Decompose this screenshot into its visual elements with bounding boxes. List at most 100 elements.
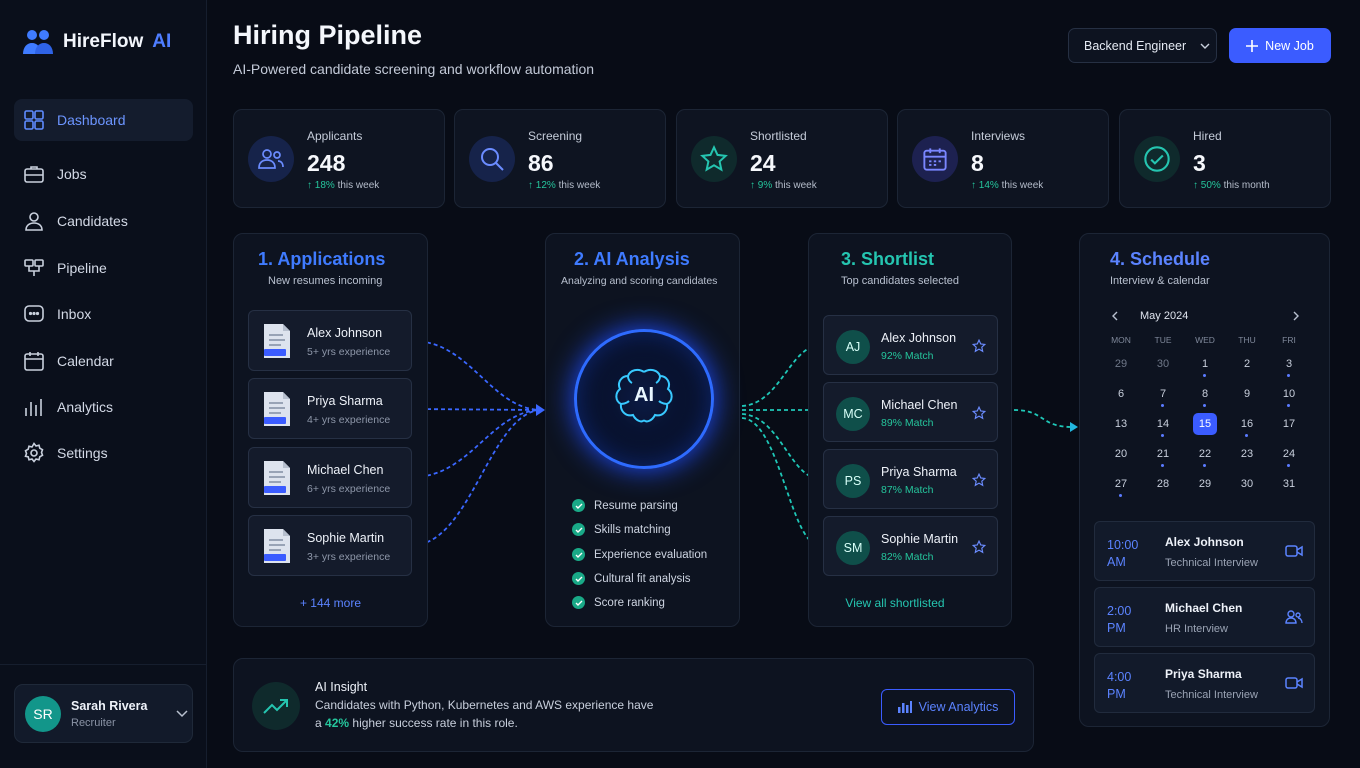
calendar-weekdays: MON TUE WED THU FRI — [1100, 335, 1310, 345]
nav-inbox[interactable]: Inbox — [14, 293, 193, 335]
calendar-day[interactable]: 29 — [1100, 358, 1142, 388]
star-icon[interactable] — [972, 473, 986, 487]
candidate-experience: 5+ yrs experience — [307, 346, 391, 358]
nav-jobs[interactable]: Jobs — [14, 153, 193, 195]
calendar-day[interactable]: 10 — [1268, 388, 1310, 418]
stat-hired: Hired 3 ↑ 50% this month — [1119, 109, 1331, 208]
calendar-day[interactable]: 13 — [1100, 418, 1142, 448]
stat-trend: ↑ 50% this month — [1193, 180, 1270, 191]
star-icon[interactable] — [972, 339, 986, 353]
calendar-day[interactable]: 3 — [1268, 358, 1310, 388]
nav-calendar[interactable]: Calendar — [14, 340, 193, 382]
chevron-down-icon[interactable] — [176, 709, 188, 718]
event-name: Michael Chen — [1165, 601, 1243, 615]
calendar-day[interactable]: 27 — [1100, 478, 1142, 508]
calendar-day[interactable]: 7 — [1142, 388, 1184, 418]
nav-pipeline[interactable]: Pipeline — [14, 247, 193, 289]
calendar-day[interactable]: 30 — [1226, 478, 1268, 508]
avatar: MC — [836, 397, 870, 431]
calendar-day[interactable]: 22 — [1184, 448, 1226, 478]
shortlist-item[interactable]: AJ Alex Johnson 92% Match — [823, 315, 998, 375]
nav-label: Inbox — [57, 306, 92, 322]
card-subtitle: Top candidates selected — [841, 275, 960, 287]
weekday: FRI — [1282, 335, 1296, 345]
event-name: Alex Johnson — [1165, 535, 1244, 549]
resume-icon — [264, 324, 290, 358]
stat-trend: ↑ 14% this week — [971, 180, 1044, 191]
calendar-day-selected[interactable]: 15 — [1184, 413, 1226, 448]
stat-trend: ↑ 9% this week — [750, 180, 817, 191]
video-icon[interactable] — [1285, 544, 1303, 558]
stat-screening: Screening 86 ↑ 12% this week — [454, 109, 666, 208]
calendar-day[interactable]: 14 — [1142, 418, 1184, 448]
stat-trend: ↑ 18% this week — [307, 180, 380, 191]
applications-card: 1. Applications New resumes incoming Ale… — [233, 233, 428, 627]
stat-value: 248 — [307, 150, 346, 176]
calendar-day[interactable]: 16 — [1226, 418, 1268, 448]
application-item[interactable]: Alex Johnson 5+ yrs experience — [248, 310, 412, 371]
avatar: SM — [836, 531, 870, 565]
nav-label: Jobs — [57, 166, 87, 182]
stat-value: 24 — [750, 150, 776, 176]
new-job-button[interactable]: New Job — [1229, 28, 1331, 63]
calendar-day[interactable]: 28 — [1142, 478, 1184, 508]
chevron-left-icon[interactable] — [1111, 311, 1119, 321]
users-icon[interactable] — [1285, 610, 1303, 624]
nav-analytics[interactable]: Analytics — [14, 386, 193, 428]
calendar-day[interactable]: 17 — [1268, 418, 1310, 448]
users-icon — [248, 136, 294, 182]
schedule-event[interactable]: 2:00 PM Michael Chen HR Interview — [1094, 587, 1315, 647]
calendar-day[interactable]: 31 — [1268, 478, 1310, 508]
candidate-experience: 3+ yrs experience — [307, 551, 391, 563]
calendar-day[interactable]: 20 — [1100, 448, 1142, 478]
calendar-day[interactable]: 30 — [1142, 358, 1184, 388]
user-menu[interactable]: SR Sarah Rivera Recruiter — [14, 684, 193, 743]
calendar-day[interactable]: 1 — [1184, 358, 1226, 388]
brand-logo[interactable]: HireFlow AI — [22, 28, 171, 56]
event-time: 10:00 AM — [1107, 538, 1139, 569]
schedule-event[interactable]: 4:00 PM Priya Sharma Technical Interview — [1094, 653, 1315, 713]
nav-dashboard[interactable]: Dashboard — [14, 99, 193, 141]
candidate-name: Sophie Martin — [881, 532, 959, 546]
calendar-icon — [912, 136, 958, 182]
resume-icon — [264, 461, 290, 495]
shortlist-item[interactable]: MC Michael Chen 89% Match — [823, 382, 998, 442]
calendar-day[interactable]: 6 — [1100, 388, 1142, 418]
analytics-icon — [897, 701, 912, 713]
calendar-day[interactable]: 21 — [1142, 448, 1184, 478]
shortlist-item[interactable]: PS Priya Sharma 87% Match — [823, 449, 998, 509]
more-applications-link[interactable]: + 144 more — [234, 596, 427, 610]
shortlist-item[interactable]: SM Sophie Martin 82% Match — [823, 516, 998, 576]
star-icon[interactable] — [972, 406, 986, 420]
analysis-step: Resume parsing — [572, 499, 678, 512]
stat-label: Screening — [528, 129, 583, 143]
star-icon[interactable] — [972, 540, 986, 554]
dashboard-icon — [24, 110, 44, 130]
analysis-step: Skills matching — [572, 523, 671, 536]
event-time: 4:00 PM — [1107, 670, 1132, 701]
calendar-grid: 29 30 1 2 3 6 7 8 9 10 13 14 15 16 17 20… — [1100, 358, 1310, 508]
job-select[interactable]: Backend Engineer — [1068, 28, 1217, 63]
ai-insight-panel: AI Insight Candidates with Python, Kuber… — [233, 658, 1034, 752]
nav-settings[interactable]: Settings — [14, 432, 193, 474]
weekday: WED — [1195, 335, 1215, 345]
calendar-day[interactable]: 9 — [1226, 388, 1268, 418]
users-logo-icon — [23, 30, 53, 54]
calendar-day[interactable]: 29 — [1184, 478, 1226, 508]
avatar: SR — [25, 695, 61, 732]
schedule-card: 4. Schedule Interview & calendar May 202… — [1079, 233, 1330, 727]
video-icon[interactable] — [1285, 676, 1303, 690]
analysis-step: Cultural fit analysis — [572, 572, 691, 585]
schedule-event[interactable]: 10:00 AM Alex Johnson Technical Intervie… — [1094, 521, 1315, 581]
calendar-day[interactable]: 2 — [1226, 358, 1268, 388]
chevron-right-icon[interactable] — [1292, 311, 1300, 321]
plus-icon — [1246, 39, 1259, 52]
nav-candidates[interactable]: Candidates — [14, 200, 193, 242]
view-analytics-button[interactable]: View Analytics — [881, 689, 1015, 725]
application-item[interactable]: Michael Chen 6+ yrs experience — [248, 447, 412, 508]
application-item[interactable]: Sophie Martin 3+ yrs experience — [248, 515, 412, 576]
view-all-shortlisted-link[interactable]: View all shortlisted — [809, 596, 981, 610]
calendar-day[interactable]: 24 — [1268, 448, 1310, 478]
application-item[interactable]: Priya Sharma 4+ yrs experience — [248, 378, 412, 439]
calendar-day[interactable]: 23 — [1226, 448, 1268, 478]
